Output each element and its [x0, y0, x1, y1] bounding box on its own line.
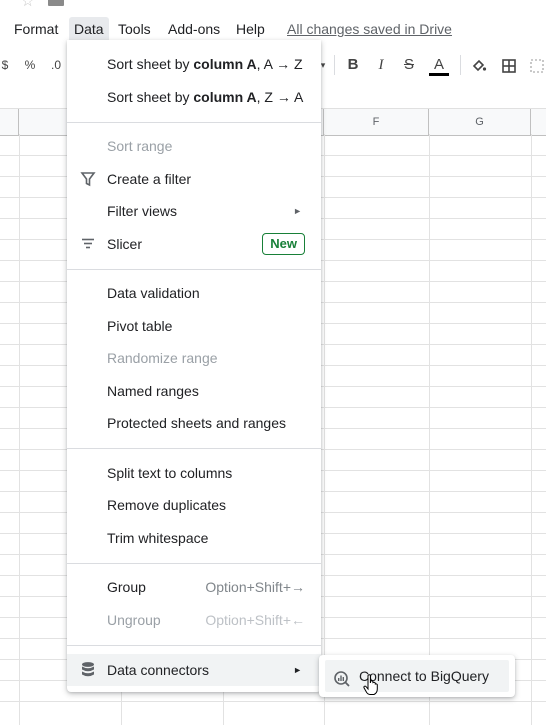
remove-duplicates-label: Remove duplicates — [107, 497, 227, 513]
new-badge: New — [262, 233, 305, 255]
menu-divider — [67, 448, 321, 449]
menu-item-create-filter[interactable]: Create a filter — [67, 163, 321, 195]
protected-sheets-label: Protected sheets and ranges — [107, 415, 287, 431]
strikethrough-button[interactable]: S — [400, 50, 418, 80]
menu-help[interactable]: Help — [231, 17, 270, 41]
ungroup-label: Ungroup — [107, 612, 161, 628]
menu-item-trim-whitespace[interactable]: Trim whitespace — [67, 522, 321, 554]
menu-data[interactable]: Data — [69, 17, 109, 41]
menu-item-group[interactable]: Group Option+Shift+→ — [67, 571, 321, 603]
slicer-icon — [80, 228, 98, 260]
menu-item-sort-z-a[interactable]: Sort sheet by column A, Z → A — [67, 81, 321, 113]
create-filter-label: Create a filter — [107, 171, 192, 187]
menu-tools[interactable]: Tools — [113, 17, 156, 41]
sort-z-a-label: Sort sheet by column A, Z → A — [107, 89, 304, 105]
split-text-label: Split text to columns — [107, 465, 233, 481]
menu-item-data-validation[interactable]: Data validation — [67, 277, 321, 309]
filter-views-label: Filter views — [107, 203, 178, 219]
menu-item-protected-sheets[interactable]: Protected sheets and ranges — [67, 407, 321, 439]
group-shortcut: Option+Shift+→ — [205, 579, 305, 595]
menu-item-sort-a-z[interactable]: Sort sheet by column A, A → Z — [67, 48, 321, 80]
move-to-folder-icon[interactable] — [48, 0, 64, 6]
bold-button[interactable]: B — [344, 50, 362, 80]
fill-color-icon[interactable] — [468, 50, 490, 80]
ungroup-shortcut: Option+Shift+← — [205, 612, 305, 628]
menu-item-ungroup: Ungroup Option+Shift+← — [67, 604, 321, 636]
saved-status-link[interactable]: All changes saved in Drive — [287, 17, 452, 41]
slicer-label: Slicer — [107, 236, 143, 252]
menu-item-filter-views[interactable]: Filter views ► — [67, 195, 321, 227]
title-strip: ☆ — [0, 0, 546, 14]
corner-cell[interactable] — [0, 109, 19, 135]
menu-item-connect-bigquery[interactable]: Connect to BigQuery — [325, 660, 509, 692]
trim-whitespace-label: Trim whitespace — [107, 530, 209, 546]
currency-format-button[interactable]: $ — [0, 50, 10, 80]
named-ranges-label: Named ranges — [107, 383, 199, 399]
sort-a-z-label: Sort sheet by column A, A → Z — [107, 56, 303, 72]
database-icon — [80, 654, 98, 686]
menu-item-split-text[interactable]: Split text to columns — [67, 457, 321, 489]
data-connectors-label: Data connectors — [107, 662, 209, 678]
menu-divider — [67, 122, 321, 123]
bigquery-icon — [333, 667, 351, 687]
menu-item-data-connectors[interactable]: Data connectors ► — [67, 654, 321, 686]
filter-icon — [80, 163, 98, 195]
menu-divider — [67, 645, 321, 646]
toolbar-divider — [334, 55, 335, 75]
menu-divider — [67, 563, 321, 564]
decrease-decimal-button[interactable]: .0 — [48, 50, 64, 80]
pivot-table-label: Pivot table — [107, 318, 173, 334]
menu-add-ons[interactable]: Add-ons — [163, 17, 225, 41]
percent-format-button[interactable]: % — [22, 50, 38, 80]
menu-item-remove-duplicates[interactable]: Remove duplicates — [67, 489, 321, 521]
submenu-arrow-icon: ► — [293, 665, 302, 675]
star-icon[interactable]: ☆ — [21, 0, 34, 9]
merge-cells-icon[interactable] — [528, 50, 546, 80]
data-connectors-submenu: Connect to BigQuery — [319, 655, 515, 697]
italic-button[interactable]: I — [372, 50, 390, 80]
randomize-range-label: Randomize range — [107, 350, 218, 366]
hand-cursor-icon — [363, 674, 379, 696]
data-menu: Sort sheet by column A, A → Z Sort sheet… — [67, 40, 321, 692]
menu-item-slicer[interactable]: Slicer New — [67, 228, 321, 260]
menu-divider — [67, 269, 321, 270]
menu-item-sort-range: Sort range — [67, 130, 321, 162]
text-color-button[interactable]: A — [428, 50, 450, 80]
menu-item-pivot-table[interactable]: Pivot table — [67, 310, 321, 342]
sort-range-label: Sort range — [107, 138, 173, 154]
borders-icon[interactable] — [498, 50, 520, 80]
text-color-swatch — [429, 73, 449, 76]
column-header-g[interactable]: G — [429, 109, 531, 135]
menubar: Format Data Tools Add-ons Help All chang… — [0, 17, 546, 41]
menu-item-named-ranges[interactable]: Named ranges — [67, 375, 321, 407]
menu-item-randomize-range: Randomize range — [67, 342, 321, 374]
menu-format[interactable]: Format — [9, 17, 63, 41]
group-label: Group — [107, 579, 146, 595]
data-validation-label: Data validation — [107, 285, 200, 301]
toolbar-divider — [460, 55, 461, 75]
column-header-f[interactable]: F — [324, 109, 429, 135]
submenu-arrow-icon: ► — [293, 206, 302, 216]
